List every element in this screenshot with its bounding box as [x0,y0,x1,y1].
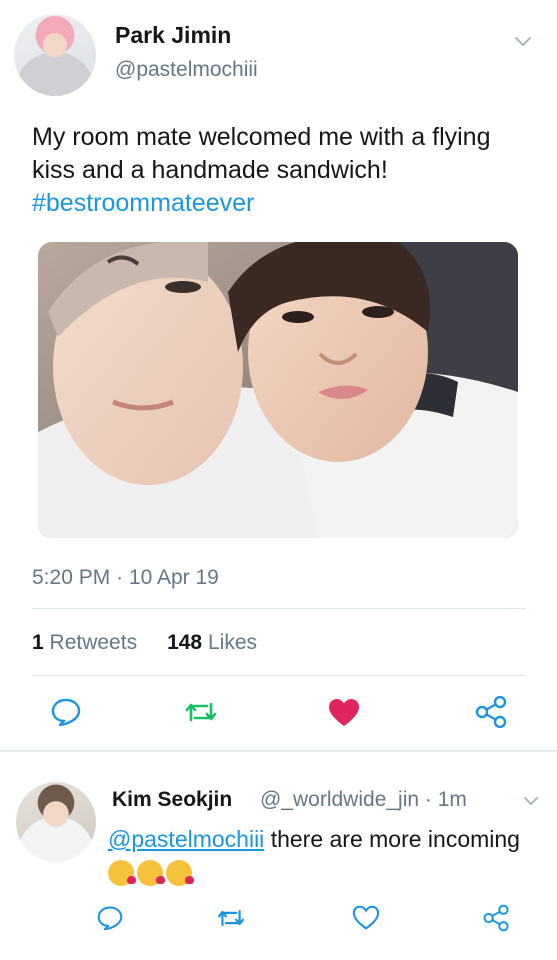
tweet-text: My room mate welcomed me with a flying k… [32,121,532,220]
reply-age: 1m [437,788,467,811]
timestamp-separator: · [116,566,124,589]
retweets-stat[interactable]: 1 Retweets [32,631,137,654]
share-icon[interactable] [474,696,508,728]
share-icon[interactable] [482,904,510,932]
speech-bubble-icon[interactable] [96,905,124,931]
reply-body: there are more incoming [270,826,520,852]
face-blowing-kiss-icon [108,860,136,886]
reply-meta-separator: · [424,788,432,811]
author-handle[interactable]: @pastelmochiii [115,58,258,82]
reply-author-handle[interactable]: @_worldwide_jin [260,788,419,811]
likes-count: 148 [167,631,203,654]
section-divider [0,750,557,752]
emoji-row [108,860,195,886]
tweet-stats: 1 Retweets 148 Likes [32,631,257,655]
hashtag-link[interactable]: #bestroommateever [32,187,532,220]
retweets-count: 1 [32,631,44,654]
author-display-name[interactable]: Park Jimin [115,22,231,49]
tweet-body: My room mate welcomed me with a flying k… [32,123,491,184]
photo-image [38,242,518,538]
face-blowing-kiss-icon [166,860,194,886]
divider [32,675,526,676]
reply-meta: @_worldwide_jin · 1m [260,788,467,812]
tweet-photo[interactable] [38,242,518,538]
face-blowing-kiss-icon [137,860,165,886]
reply-author-display-name[interactable]: Kim Seokjin [112,788,232,812]
reply-text: @pastelmochiii there are more incoming [108,826,520,853]
speech-bubble-icon[interactable] [50,697,82,727]
chevron-down-icon[interactable] [512,30,534,52]
retweet-icon[interactable] [216,906,246,930]
tweet-time: 5:20 PM [32,566,111,589]
author-avatar[interactable] [14,14,96,96]
heart-filled-icon[interactable] [328,698,360,728]
tweet-timestamp[interactable]: 5:20 PM · 10 Apr 19 [32,566,219,590]
retweet-icon[interactable] [184,698,218,726]
tweet-date: 10 Apr 19 [128,566,219,589]
likes-stat[interactable]: 148 Likes [167,631,257,654]
chevron-down-icon[interactable] [522,792,540,810]
retweets-label: Retweets [49,631,138,654]
mention-link[interactable]: @pastelmochiii [108,826,264,852]
reply-author-avatar[interactable] [16,782,96,862]
likes-label: Likes [207,631,257,654]
heart-outline-icon[interactable] [352,905,380,931]
divider [32,608,526,609]
